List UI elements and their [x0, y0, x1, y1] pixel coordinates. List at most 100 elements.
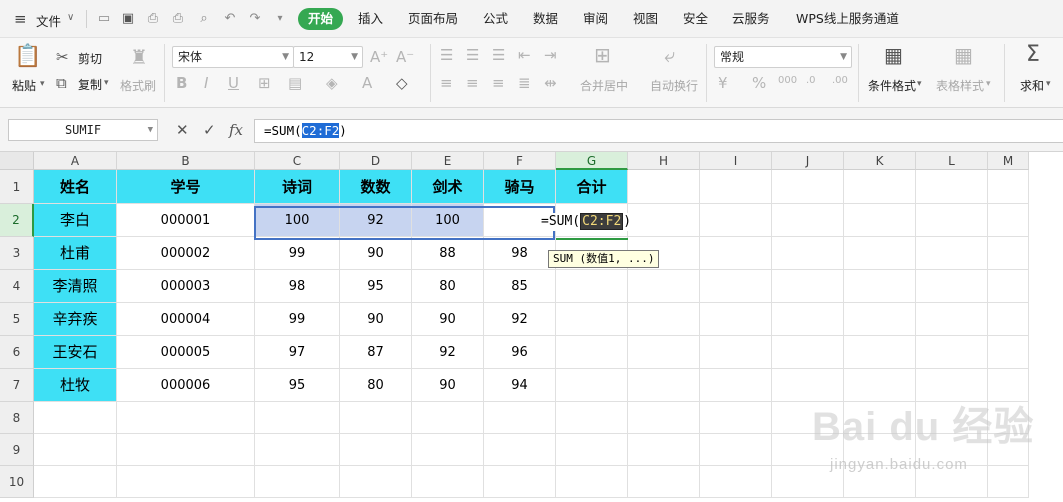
underline-icon[interactable]: U: [228, 74, 239, 92]
align-bottom-icon[interactable]: ☰: [492, 46, 505, 64]
cell-a2[interactable]: 李白: [34, 204, 117, 237]
cell-i7[interactable]: [700, 369, 772, 402]
copy-dropdown-icon[interactable]: ▾: [104, 78, 109, 88]
cell-h7[interactable]: [628, 369, 700, 402]
accept-icon[interactable]: ✓: [203, 121, 216, 139]
row-header-9[interactable]: 9: [0, 434, 34, 466]
cell-c4[interactable]: 98: [255, 270, 340, 303]
cell-i10[interactable]: [700, 466, 772, 498]
cell-d6[interactable]: 87: [340, 336, 412, 369]
tab-view[interactable]: 视图: [633, 10, 658, 28]
cell-f1[interactable]: 骑马: [484, 170, 556, 204]
paste-icon[interactable]: 📋: [14, 46, 41, 68]
conditional-format-icon[interactable]: ▦: [884, 45, 903, 65]
row-header-1[interactable]: 1: [0, 170, 34, 204]
merge-center-icon[interactable]: ⊞: [594, 45, 611, 65]
increase-font-icon[interactable]: A⁺: [370, 48, 388, 66]
cell-b7[interactable]: 000006: [117, 369, 255, 402]
cell-h1[interactable]: [628, 170, 700, 204]
italic-icon[interactable]: I: [204, 74, 208, 92]
cell-m2[interactable]: [988, 204, 1029, 237]
cell-h4[interactable]: [628, 270, 700, 303]
file-menu[interactable]: 文件: [36, 11, 61, 30]
cell-f4[interactable]: 85: [484, 270, 556, 303]
in-cell-formula-editor[interactable]: =SUM(C2:F2): [541, 213, 634, 231]
table-style-dropdown-icon[interactable]: ▾: [986, 79, 991, 89]
cell-k2[interactable]: [844, 204, 916, 237]
column-header-l[interactable]: L: [916, 152, 988, 170]
cell-b8[interactable]: [117, 402, 255, 434]
cell-d8[interactable]: [340, 402, 412, 434]
select-all-corner[interactable]: [0, 152, 34, 170]
cell-d10[interactable]: [340, 466, 412, 498]
cell-h2[interactable]: [628, 204, 700, 237]
cell-g4[interactable]: [556, 270, 628, 303]
copy-button[interactable]: 复制: [78, 76, 102, 93]
conditional-format-dropdown-icon[interactable]: ▾: [917, 79, 922, 89]
cell-b5[interactable]: 000004: [117, 303, 255, 336]
cell-k4[interactable]: [844, 270, 916, 303]
cell-f7[interactable]: 94: [484, 369, 556, 402]
scissors-icon[interactable]: ✂: [56, 48, 69, 66]
tab-data[interactable]: 数据: [533, 10, 558, 28]
save-icon[interactable]: ▣: [120, 11, 136, 27]
cell-i1[interactable]: [700, 170, 772, 204]
format-painter-icon[interactable]: ♜: [130, 47, 148, 67]
tab-home[interactable]: 开始: [298, 8, 344, 30]
cell-a3[interactable]: 杜甫: [34, 237, 117, 270]
cell-d9[interactable]: [340, 434, 412, 466]
column-header-g[interactable]: G: [556, 152, 628, 170]
row-header-2[interactable]: 2: [0, 204, 34, 237]
cell-e5[interactable]: 90: [412, 303, 484, 336]
cell-c5[interactable]: 99: [255, 303, 340, 336]
cell-m6[interactable]: [988, 336, 1029, 369]
align-middle-icon[interactable]: ☰: [466, 46, 479, 64]
cell-h9[interactable]: [628, 434, 700, 466]
cell-c10[interactable]: [255, 466, 340, 498]
column-header-e[interactable]: E: [412, 152, 484, 170]
row-header-3[interactable]: 3: [0, 237, 34, 270]
open-folder-icon[interactable]: ▭: [96, 11, 112, 27]
cell-g8[interactable]: [556, 402, 628, 434]
print-preview-icon[interactable]: ⌕: [196, 11, 212, 27]
column-header-m[interactable]: M: [988, 152, 1029, 170]
redo-icon[interactable]: ↷: [247, 11, 263, 27]
font-name-select[interactable]: 宋体 ▼: [172, 46, 294, 68]
column-header-h[interactable]: H: [628, 152, 700, 170]
cell-c8[interactable]: [255, 402, 340, 434]
cell-b3[interactable]: 000002: [117, 237, 255, 270]
cut-button[interactable]: 剪切: [78, 50, 102, 67]
cell-m3[interactable]: [988, 237, 1029, 270]
cell-f10[interactable]: [484, 466, 556, 498]
conditional-format-button[interactable]: 条件格式: [868, 77, 916, 94]
cell-j4[interactable]: [772, 270, 844, 303]
print-icon[interactable]: ⎙: [170, 11, 186, 27]
format-painter-button[interactable]: 格式刷: [120, 77, 156, 94]
cell-a10[interactable]: [34, 466, 117, 498]
cell-i2[interactable]: [700, 204, 772, 237]
cell-l5[interactable]: [916, 303, 988, 336]
undo-icon[interactable]: ↶: [222, 11, 238, 27]
align-left-icon[interactable]: ≡: [440, 74, 453, 92]
column-header-k[interactable]: K: [844, 152, 916, 170]
column-header-d[interactable]: D: [340, 152, 412, 170]
row-header-8[interactable]: 8: [0, 402, 34, 434]
align-center-icon[interactable]: ≡: [466, 74, 479, 92]
table-style-icon[interactable]: ▦: [954, 45, 973, 65]
cell-f5[interactable]: 92: [484, 303, 556, 336]
cell-k5[interactable]: [844, 303, 916, 336]
fill-bucket-icon[interactable]: ◈: [326, 74, 338, 92]
formula-input[interactable]: [254, 119, 1063, 143]
name-box[interactable]: SUMIF ▼: [8, 119, 158, 141]
tab-cloud-service[interactable]: 云服务: [732, 10, 770, 28]
copy-icon[interactable]: ⧉: [56, 74, 67, 92]
row-header-4[interactable]: 4: [0, 270, 34, 303]
cell-b1[interactable]: 学号: [117, 170, 255, 204]
cell-i3[interactable]: [700, 237, 772, 270]
cell-b10[interactable]: [117, 466, 255, 498]
decrease-decimal-icon[interactable]: .00: [832, 72, 848, 90]
cell-l2[interactable]: [916, 204, 988, 237]
cell-g6[interactable]: [556, 336, 628, 369]
cell-j2[interactable]: [772, 204, 844, 237]
cell-g5[interactable]: [556, 303, 628, 336]
